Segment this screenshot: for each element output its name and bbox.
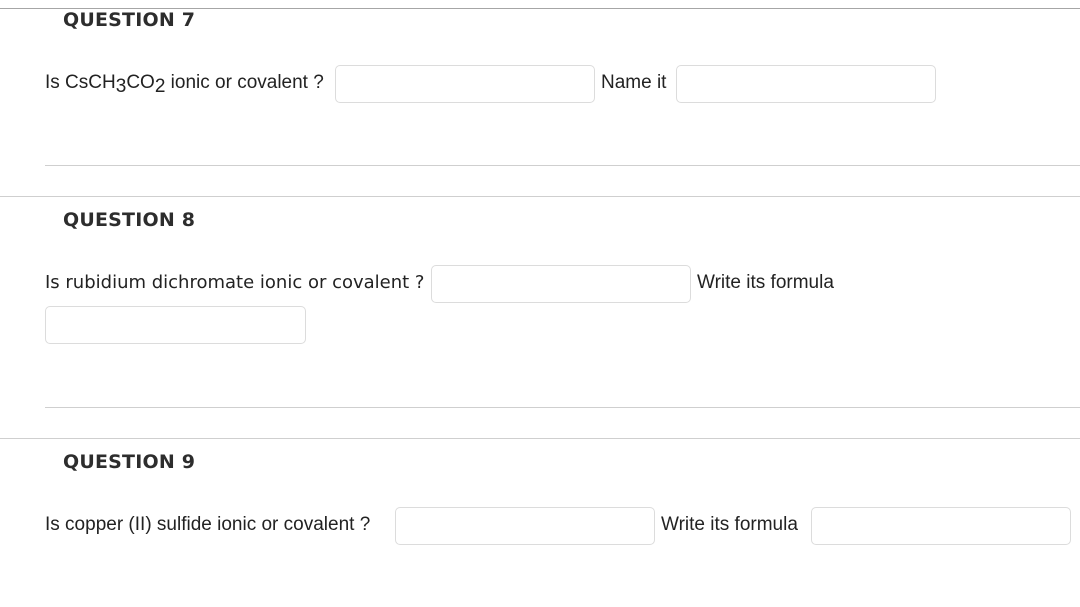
- formula-input[interactable]: [811, 507, 1071, 545]
- formula-input[interactable]: [45, 306, 306, 344]
- name-input[interactable]: [676, 65, 936, 103]
- name-it-label: Name it: [601, 72, 667, 93]
- write-formula-label: Write its formula: [661, 514, 798, 535]
- prompt-text: ionic or covalent ?: [165, 72, 324, 93]
- divider: [45, 165, 1080, 166]
- prompt-text: Is CsCH: [45, 72, 116, 93]
- ionic-covalent-input[interactable]: [335, 65, 595, 103]
- question-prompt: Is CsCH3CO2 ionic or covalent ?: [45, 72, 324, 97]
- question-prompt: Is copper (II) sulfide ionic or covalent…: [45, 514, 371, 535]
- section-divider: [0, 196, 1080, 197]
- question-title: QUESTION 8: [63, 209, 196, 231]
- question-title: QUESTION 7: [63, 9, 196, 31]
- subscript: 3: [115, 76, 127, 97]
- question-title: QUESTION 9: [63, 451, 196, 473]
- section-divider: [0, 438, 1080, 439]
- write-formula-label: Write its formula: [697, 272, 834, 293]
- prompt-text: CO: [126, 72, 155, 93]
- ionic-covalent-input[interactable]: [431, 265, 691, 303]
- question-prompt: Is rubidium dichromate ionic or covalent…: [45, 272, 425, 293]
- ionic-covalent-input[interactable]: [395, 507, 655, 545]
- divider: [45, 407, 1080, 408]
- subscript: 2: [154, 76, 166, 97]
